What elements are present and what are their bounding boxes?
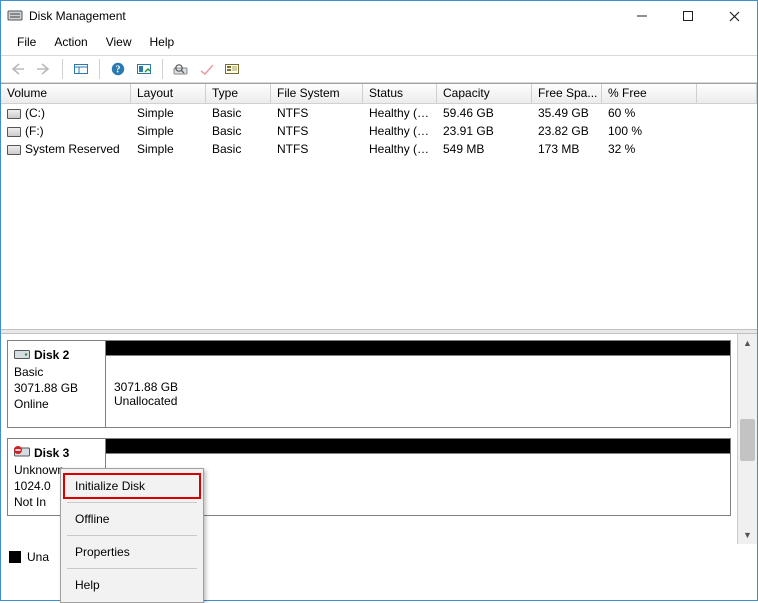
volume-status: Healthy (P... bbox=[363, 124, 437, 138]
close-button[interactable] bbox=[711, 1, 757, 31]
volume-free: 173 MB bbox=[532, 142, 602, 156]
volume-list: Volume Layout Type File System Status Ca… bbox=[1, 83, 757, 329]
back-button bbox=[7, 58, 29, 80]
col-type[interactable]: Type bbox=[206, 84, 271, 103]
menu-file[interactable]: File bbox=[9, 33, 44, 51]
volume-pct: 100 % bbox=[602, 124, 697, 138]
disk-type: Basic bbox=[14, 364, 99, 380]
menu-help[interactable]: Help bbox=[142, 33, 183, 51]
menu-separator bbox=[67, 502, 197, 503]
disk-state: Online bbox=[14, 396, 99, 412]
partition-unallocated[interactable]: 3071.88 GB Unallocated bbox=[106, 356, 730, 427]
menu-action[interactable]: Action bbox=[46, 33, 95, 51]
disk-strip bbox=[106, 341, 730, 355]
col-status[interactable]: Status bbox=[363, 84, 437, 103]
partition-state: Unallocated bbox=[114, 394, 722, 408]
menu-separator bbox=[67, 535, 197, 536]
col-capacity[interactable]: Capacity bbox=[437, 84, 532, 103]
volume-type: Basic bbox=[206, 106, 271, 120]
drive-icon bbox=[7, 109, 21, 119]
volume-name: (C:) bbox=[25, 106, 45, 120]
volume-free: 35.49 GB bbox=[532, 106, 602, 120]
disk-name: Disk 3 bbox=[34, 446, 69, 460]
maximize-button[interactable] bbox=[665, 1, 711, 31]
legend-label-unallocated: Una bbox=[27, 550, 49, 564]
volume-status: Healthy (B... bbox=[363, 106, 437, 120]
scroll-thumb[interactable] bbox=[740, 419, 755, 461]
volume-pct: 32 % bbox=[602, 142, 697, 156]
disk-size: 3071.88 GB bbox=[14, 380, 99, 396]
volume-list-header: Volume Layout Type File System Status Ca… bbox=[1, 84, 757, 104]
menu-initialize-disk[interactable]: Initialize Disk bbox=[63, 473, 201, 499]
toolbar: ? bbox=[1, 55, 757, 83]
volume-status: Healthy (S... bbox=[363, 142, 437, 156]
menu-help[interactable]: Help bbox=[63, 572, 201, 598]
col-pct[interactable]: % Free bbox=[602, 84, 697, 103]
drive-icon bbox=[7, 127, 21, 137]
volume-name: (F:) bbox=[25, 124, 44, 138]
app-icon bbox=[7, 8, 23, 24]
drive-icon bbox=[7, 145, 21, 155]
minimize-button[interactable] bbox=[619, 1, 665, 31]
disk-context-menu: Initialize Disk Offline Properties Help bbox=[60, 468, 204, 603]
disk-row-disk2[interactable]: Disk 2 Basic 3071.88 GB Online 3071.88 G… bbox=[7, 340, 731, 428]
window-title: Disk Management bbox=[29, 9, 619, 23]
volume-row[interactable]: System Reserved Simple Basic NTFS Health… bbox=[1, 140, 757, 158]
volume-fs: NTFS bbox=[271, 106, 363, 120]
title-bar: Disk Management bbox=[1, 1, 757, 31]
col-fs[interactable]: File System bbox=[271, 84, 363, 103]
col-volume[interactable]: Volume bbox=[1, 84, 131, 103]
graphical-scrollbar[interactable]: ▲ ▼ bbox=[737, 334, 757, 544]
volume-free: 23.82 GB bbox=[532, 124, 602, 138]
volume-type: Basic bbox=[206, 142, 271, 156]
volume-layout: Simple bbox=[131, 142, 206, 156]
disk-name: Disk 2 bbox=[34, 348, 69, 362]
menu-properties[interactable]: Properties bbox=[63, 539, 201, 565]
menu-view[interactable]: View bbox=[98, 33, 140, 51]
col-free[interactable]: Free Spa... bbox=[532, 84, 602, 103]
action-button-1[interactable] bbox=[196, 58, 218, 80]
volume-layout: Simple bbox=[131, 106, 206, 120]
show-hide-tree-button[interactable] bbox=[70, 58, 92, 80]
svg-text:?: ? bbox=[116, 65, 121, 76]
disk-strip bbox=[106, 439, 730, 453]
action-button-2[interactable] bbox=[222, 58, 244, 80]
legend-swatch-unallocated bbox=[9, 551, 21, 563]
menu-separator bbox=[67, 568, 197, 569]
volume-fs: NTFS bbox=[271, 142, 363, 156]
disk-error-icon bbox=[14, 446, 30, 462]
volume-type: Basic bbox=[206, 124, 271, 138]
volume-capacity: 23.91 GB bbox=[437, 124, 532, 138]
forward-button bbox=[33, 58, 55, 80]
volume-row[interactable]: (F:) Simple Basic NTFS Healthy (P... 23.… bbox=[1, 122, 757, 140]
volume-pct: 60 % bbox=[602, 106, 697, 120]
window-controls bbox=[619, 1, 757, 31]
rescan-button[interactable] bbox=[170, 58, 192, 80]
volume-row[interactable]: (C:) Simple Basic NTFS Healthy (B... 59.… bbox=[1, 104, 757, 122]
col-layout[interactable]: Layout bbox=[131, 84, 206, 103]
volume-capacity: 59.46 GB bbox=[437, 106, 532, 120]
volume-name: System Reserved bbox=[25, 142, 120, 156]
partition-size: 3071.88 GB bbox=[114, 380, 722, 394]
disk-icon bbox=[14, 348, 30, 364]
volume-layout: Simple bbox=[131, 124, 206, 138]
scroll-up-icon[interactable]: ▲ bbox=[738, 334, 757, 352]
disk-label[interactable]: Disk 2 Basic 3071.88 GB Online bbox=[8, 341, 106, 427]
scroll-down-icon[interactable]: ▼ bbox=[738, 526, 757, 544]
refresh-button[interactable] bbox=[133, 58, 155, 80]
menu-offline[interactable]: Offline bbox=[63, 506, 201, 532]
help-button[interactable]: ? bbox=[107, 58, 129, 80]
volume-fs: NTFS bbox=[271, 124, 363, 138]
menu-bar: File Action View Help bbox=[1, 31, 757, 55]
volume-capacity: 549 MB bbox=[437, 142, 532, 156]
